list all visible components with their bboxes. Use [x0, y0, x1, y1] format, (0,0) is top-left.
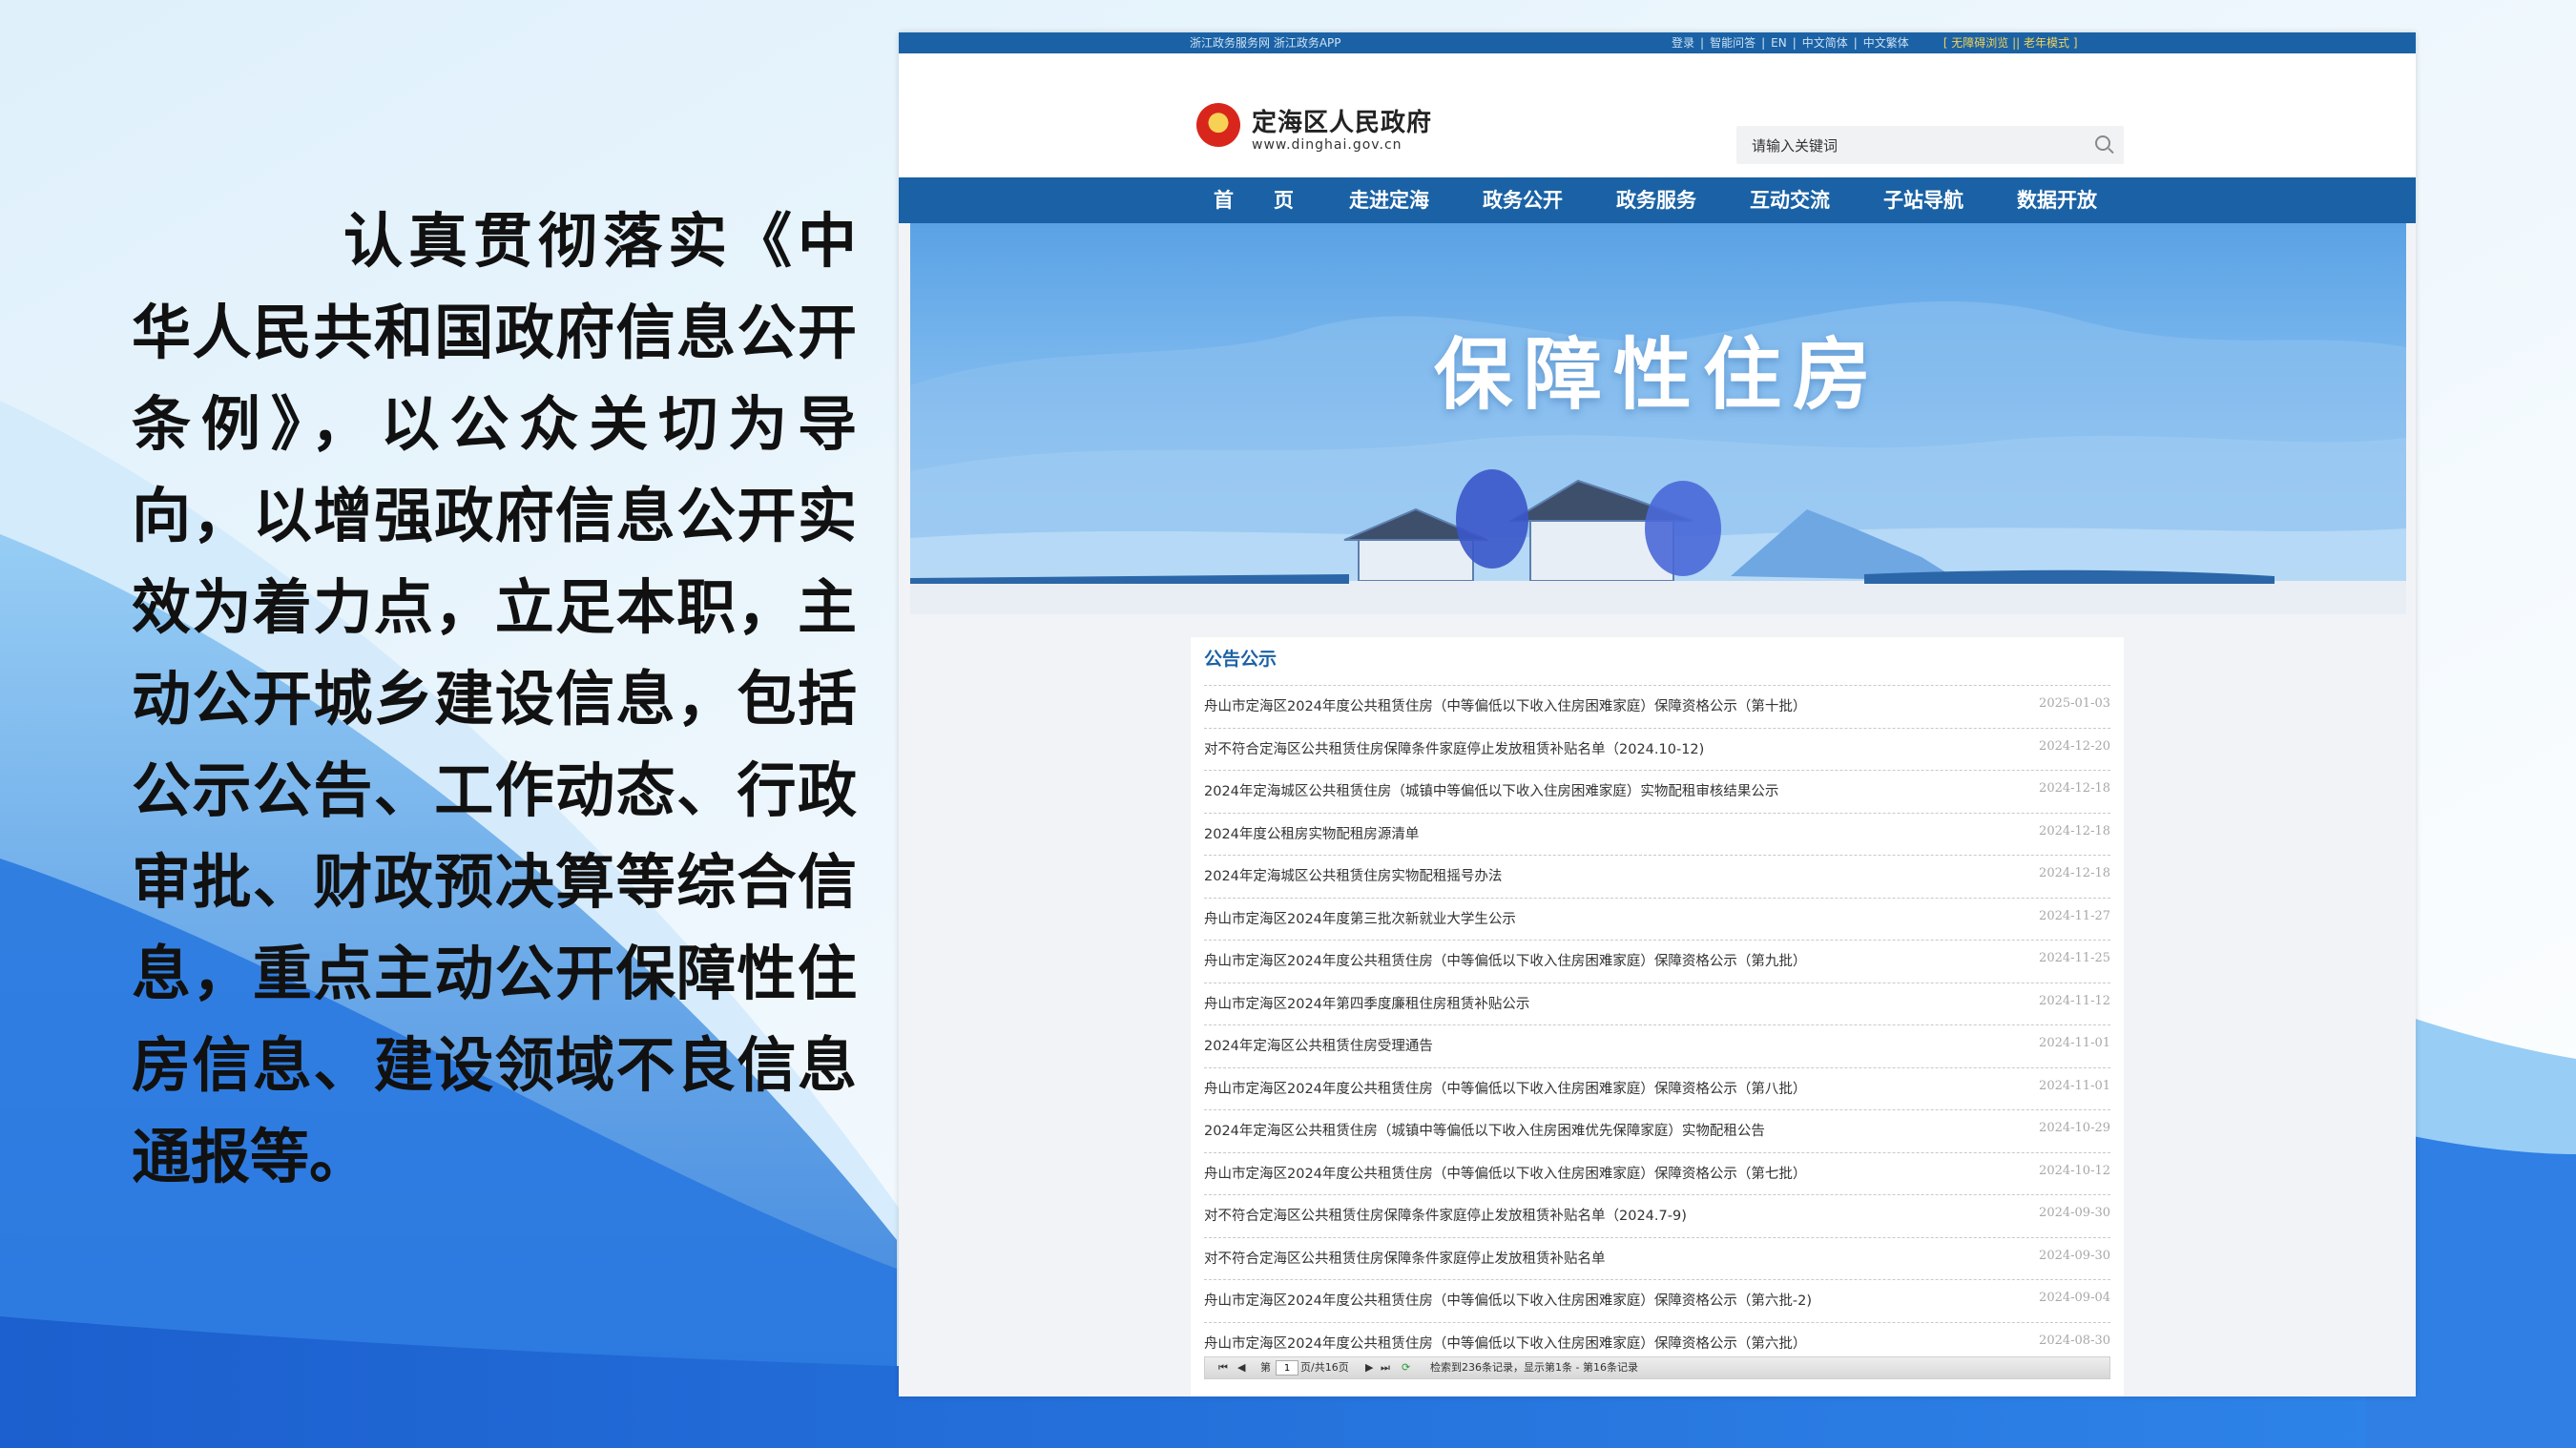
notice-title[interactable]: 舟山市定海区2024年度公共租赁住房（中等偏低以下收入住房困难家庭）保障资格公示… [1204, 1078, 1806, 1098]
notice-date: 2024-11-25 [2039, 951, 2110, 965]
prev-page-icon[interactable]: ◀ [1237, 1357, 1245, 1378]
notice-title[interactable]: 2024年定海城区公共租赁住房（城镇中等偏低以下收入住房困难家庭）实物配租审核结… [1204, 780, 1778, 800]
notice-panel: 公告公示 舟山市定海区2024年度公共租赁住房（中等偏低以下收入住房困难家庭）保… [1191, 637, 2124, 1396]
notice-title[interactable]: 舟山市定海区2024年度公共租赁住房（中等偏低以下收入住房困难家庭）保障资格公示… [1204, 695, 1806, 715]
notice-row[interactable]: 舟山市定海区2024年度公共租赁住房（中等偏低以下收入住房困难家庭）保障资格公示… [1204, 1066, 2110, 1110]
notice-row[interactable]: 2024年定海区公共租赁住房受理通告 2024-11-01 [1204, 1024, 2110, 1067]
notice-row[interactable]: 2024年定海城区公共租赁住房（城镇中等偏低以下收入住房困难家庭）实物配租审核结… [1204, 770, 2110, 813]
topbar-link[interactable]: EN [1771, 32, 1787, 53]
topbar-link[interactable]: 中文繁体 [1863, 32, 1909, 53]
nav-gov-services[interactable]: 政务服务 [1616, 177, 1696, 223]
nav-subsites[interactable]: 子站导航 [1883, 177, 1963, 223]
banner: 保障性住房 [910, 223, 2406, 614]
topbar-separator: | [1700, 36, 1705, 50]
notice-title[interactable]: 2024年定海城区公共租赁住房实物配租摇号办法 [1204, 865, 1502, 885]
notice-date: 2024-11-12 [2039, 993, 2110, 1008]
topbar-separator: | [1853, 36, 1858, 50]
notice-date: 2024-12-20 [2039, 738, 2110, 754]
search-box [1736, 126, 2124, 164]
notice-date: 2024-09-30 [2039, 1248, 2110, 1263]
section-title[interactable]: 公告公示 [1204, 645, 1277, 671]
first-page-icon[interactable]: ⏮ [1218, 1357, 1228, 1378]
notice-title[interactable]: 对不符合定海区公共租赁住房保障条件家庭停止发放租赁补贴名单 [1204, 1248, 1606, 1268]
notice-row[interactable]: 舟山市定海区2024年度公共租赁住房（中等偏低以下收入住房困难家庭）保障资格公示… [1204, 940, 2110, 983]
notice-date: 2024-10-12 [2039, 1163, 2110, 1178]
nav-gov-info-public[interactable]: 政务公开 [1483, 177, 1563, 223]
website-screenshot: 浙江政务服务网 浙江政务APP 登录 | 智能问答 | EN | 中文简体 | … [899, 32, 2416, 1396]
notice-title[interactable]: 2024年定海区公共租赁住房受理通告 [1204, 1035, 1433, 1055]
slide-paragraph: 认真贯彻落实《中华人民共和国政府信息公开条例》，以公众关切为导向，以增强政府信息… [132, 206, 857, 1191]
national-emblem-icon [1196, 103, 1240, 147]
refresh-icon[interactable]: ⟳ [1402, 1357, 1410, 1378]
notice-date: 2024-11-01 [2039, 1078, 2110, 1093]
notice-date: 2024-11-27 [2039, 908, 2110, 923]
notice-row[interactable]: 对不符合定海区公共租赁住房保障条件家庭停止发放租赁补贴名单（2024.10-12… [1204, 727, 2110, 771]
notice-row[interactable]: 2024年定海区公共租赁住房（城镇中等偏低以下收入住房困难优先保障家庭）实物配租… [1204, 1109, 2110, 1152]
notice-row[interactable]: 舟山市定海区2024年度公共租赁住房（中等偏低以下收入住房困难家庭）保障资格公示… [1204, 1279, 2110, 1322]
page-label-suffix: 页/共16页 [1300, 1361, 1349, 1374]
notice-title[interactable]: 舟山市定海区2024年度公共租赁住房（中等偏低以下收入住房困难家庭）保障资格公示… [1204, 1163, 1806, 1183]
notice-title[interactable]: 对不符合定海区公共租赁住房保障条件家庭停止发放租赁补贴名单（2024.7-9) [1204, 1205, 1687, 1225]
notice-title[interactable]: 对不符合定海区公共租赁住房保障条件家庭停止发放租赁补贴名单（2024.10-12… [1204, 738, 1704, 758]
topbar-link[interactable]: 登录 [1672, 32, 1694, 53]
notice-date: 2024-10-29 [2039, 1121, 2110, 1135]
last-page-icon[interactable]: ⏭ [1381, 1357, 1390, 1378]
nav-home[interactable]: 首 页 [1214, 177, 1294, 223]
site-header: 定海区人民政府 www.dinghai.gov.cn [899, 53, 2416, 177]
pagination-bar: ⏮ ◀ 第 页/共16页 ▶ ⏭ ⟳ 检索到236条记录，显示第1条 - 第16… [1204, 1356, 2110, 1379]
notice-row[interactable]: 2024年度公租房实物配租房源清单 2024-12-18 [1204, 812, 2110, 856]
notice-title[interactable]: 舟山市定海区2024年第四季度廉租住房租赁补贴公示 [1204, 993, 1529, 1013]
site-name[interactable]: 定海区人民政府 [1252, 103, 1432, 138]
search-icon[interactable] [2095, 135, 2110, 151]
notice-list: 舟山市定海区2024年度公共租赁住房（中等偏低以下收入住房困难家庭）保障资格公示… [1204, 685, 2110, 1364]
notice-date: 2024-09-30 [2039, 1206, 2110, 1220]
notice-date: 2024-11-01 [2039, 1036, 2110, 1050]
notice-title[interactable]: 2024年定海区公共租赁住房（城镇中等偏低以下收入住房困难优先保障家庭）实物配租… [1204, 1120, 1765, 1140]
notice-row[interactable]: 2024年定海城区公共租赁住房实物配租摇号办法 2024-12-18 [1204, 855, 2110, 898]
nav-interaction[interactable]: 互动交流 [1750, 177, 1830, 223]
topbar-link[interactable]: 中文简体 [1802, 32, 1848, 53]
accessibility-mode-link[interactable]: [ 无障碍浏览 || 老年模式 ] [1943, 32, 2078, 53]
page-label-prefix: 第 [1260, 1361, 1271, 1374]
page-number-input[interactable] [1276, 1360, 1298, 1376]
notice-row[interactable]: 对不符合定海区公共租赁住房保障条件家庭停止发放租赁补贴名单 2024-09-30 [1204, 1236, 2110, 1280]
top-utility-bar: 浙江政务服务网 浙江政务APP 登录 | 智能问答 | EN | 中文简体 | … [899, 32, 2416, 53]
record-summary: 检索到236条记录，显示第1条 - 第16条记录 [1430, 1361, 1638, 1374]
nav-about-dinghai[interactable]: 走进定海 [1349, 177, 1429, 223]
topbar-separator: | [1792, 36, 1797, 50]
topbar-right-links: 登录 | 智能问答 | EN | 中文简体 | 中文繁体 [ 无障碍浏览 || … [1672, 32, 2078, 53]
notice-date: 2024-08-30 [2039, 1333, 2110, 1348]
notice-title[interactable]: 舟山市定海区2024年度公共租赁住房（中等偏低以下收入住房困难家庭）保障资格公示… [1204, 1290, 1812, 1310]
notice-date: 2024-09-04 [2039, 1291, 2110, 1305]
notice-row[interactable]: 舟山市定海区2024年度公共租赁住房（中等偏低以下收入住房困难家庭）保障资格公示… [1204, 1151, 2110, 1195]
notice-date: 2024-12-18 [2039, 781, 2110, 796]
notice-title[interactable]: 舟山市定海区2024年度公共租赁住房（中等偏低以下收入住房困难家庭）保障资格公示… [1204, 950, 1806, 970]
search-input[interactable] [1750, 132, 2078, 160]
banner-title: 保障性住房 [1433, 330, 1882, 421]
nav-open-data[interactable]: 数据开放 [2017, 177, 2097, 223]
notice-date: 2025-01-03 [2039, 696, 2110, 711]
topbar-service-links[interactable]: 浙江政务服务网 浙江政务APP [1190, 32, 1341, 53]
notice-row[interactable]: 舟山市定海区2024年第四季度廉租住房租赁补贴公示 2024-11-12 [1204, 982, 2110, 1025]
main-nav: 首 页 走进定海 政务公开 政务服务 互动交流 子站导航 数据开放 [899, 177, 2416, 223]
notice-row[interactable]: 对不符合定海区公共租赁住房保障条件家庭停止发放租赁补贴名单（2024.7-9) 2… [1204, 1194, 2110, 1237]
notice-row[interactable]: 舟山市定海区2024年度第三批次新就业大学生公示 2024-11-27 [1204, 897, 2110, 941]
topbar-separator: | [1761, 36, 1766, 50]
notice-row[interactable]: 舟山市定海区2024年度公共租赁住房（中等偏低以下收入住房困难家庭）保障资格公示… [1204, 685, 2110, 728]
notice-date: 2024-12-18 [2039, 866, 2110, 880]
site-url: www.dinghai.gov.cn [1252, 137, 1402, 153]
topbar-link[interactable]: 智能问答 [1710, 32, 1755, 53]
notice-title[interactable]: 舟山市定海区2024年度第三批次新就业大学生公示 [1204, 908, 1516, 928]
notice-date: 2024-12-18 [2039, 823, 2110, 838]
notice-title[interactable]: 2024年度公租房实物配租房源清单 [1204, 823, 1419, 843]
next-page-icon[interactable]: ▶ [1365, 1357, 1373, 1378]
notice-title[interactable]: 舟山市定海区2024年度公共租赁住房（中等偏低以下收入住房困难家庭）保障资格公示… [1204, 1333, 1806, 1353]
